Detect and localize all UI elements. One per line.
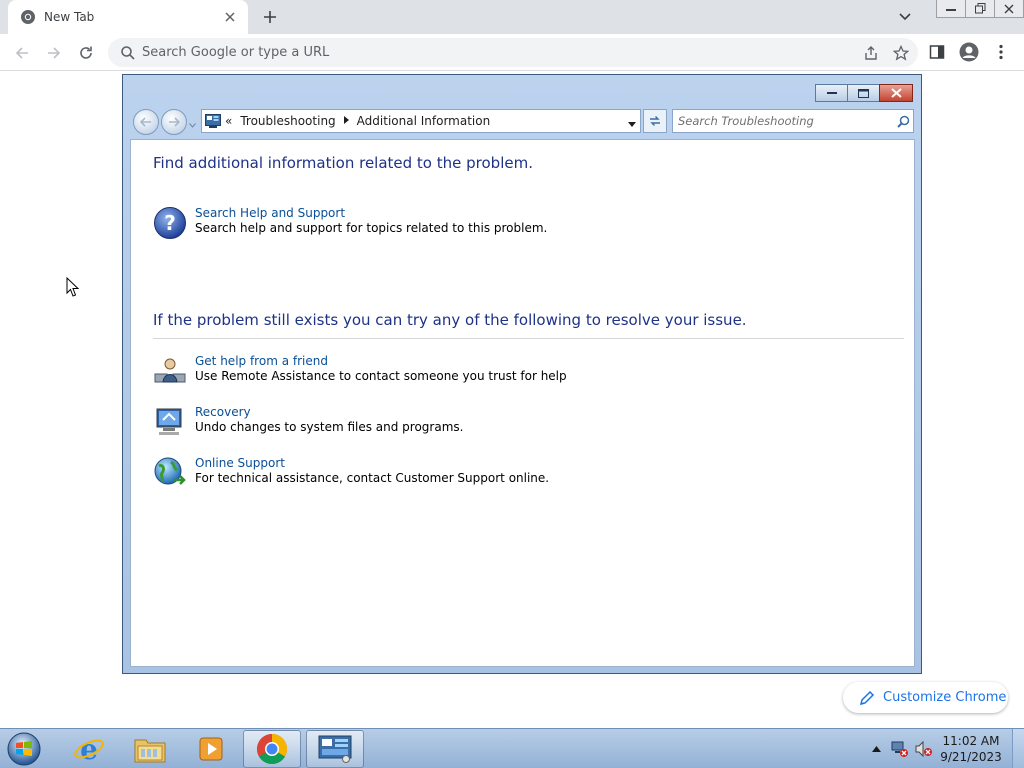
search-help-link[interactable]: Search Help and Support bbox=[195, 206, 547, 221]
explorer-address-row: « Troubleshooting Additional Information bbox=[131, 107, 915, 135]
window-minimize-button[interactable] bbox=[815, 84, 848, 102]
breadcrumb-additional-information[interactable]: Additional Information bbox=[357, 114, 491, 128]
restore-button[interactable] bbox=[965, 0, 995, 18]
minimize-button[interactable] bbox=[936, 0, 966, 18]
taskbar-media-player[interactable] bbox=[182, 730, 240, 768]
taskbar-file-explorer[interactable] bbox=[121, 730, 179, 768]
omnibox-input[interactable] bbox=[142, 45, 918, 60]
get-help-friend-description: Use Remote Assistance to contact someone… bbox=[195, 369, 567, 383]
troubleshooting-search-box[interactable] bbox=[672, 109, 914, 133]
browser-window-controls bbox=[936, 0, 1024, 18]
control-panel-small-icon bbox=[205, 114, 221, 128]
search-icon bbox=[121, 45, 135, 60]
list-item-recovery: Recovery Undo changes to system files an… bbox=[153, 405, 463, 439]
clock-date: 9/21/2023 bbox=[940, 750, 1002, 764]
section-heading-resolve: If the problem still exists you can try … bbox=[153, 311, 747, 329]
omnibox[interactable] bbox=[108, 38, 918, 67]
explorer-forward-button[interactable] bbox=[161, 109, 187, 135]
internet-explorer-icon: e bbox=[74, 733, 104, 765]
search-magnifier-icon[interactable] bbox=[893, 115, 913, 128]
media-player-icon bbox=[199, 737, 223, 761]
online-support-icon bbox=[154, 457, 186, 485]
address-dropdown-icon[interactable] bbox=[628, 116, 636, 130]
show-desktop-button[interactable] bbox=[1012, 729, 1024, 768]
svg-text:?: ? bbox=[164, 211, 176, 235]
remote-assistance-icon bbox=[154, 358, 186, 383]
network-status-icon[interactable] bbox=[890, 739, 910, 759]
search-help-description: Search help and support for topics relat… bbox=[195, 221, 548, 235]
menu-kebab-icon[interactable] bbox=[990, 41, 1012, 63]
recovery-link[interactable]: Recovery bbox=[195, 405, 463, 420]
chrome-icon bbox=[256, 734, 288, 765]
window-content: Find additional information related to t… bbox=[130, 139, 915, 667]
new-tab-button[interactable] bbox=[258, 5, 282, 29]
breadcrumb-overflow[interactable]: « bbox=[225, 114, 232, 128]
breadcrumb-troubleshooting[interactable]: Troubleshooting bbox=[240, 114, 335, 128]
show-hidden-icons-arrow-icon[interactable] bbox=[866, 739, 886, 759]
reload-icon[interactable] bbox=[73, 40, 99, 66]
window-close-button[interactable] bbox=[879, 84, 913, 102]
list-item-remote-assistance: Get help from a friend Use Remote Assist… bbox=[153, 354, 567, 388]
close-button[interactable] bbox=[994, 0, 1024, 18]
tab-search-chevron-icon[interactable] bbox=[894, 6, 916, 28]
section-divider bbox=[153, 338, 904, 339]
control-panel-icon bbox=[318, 735, 352, 763]
explorer-refresh-button[interactable] bbox=[643, 109, 667, 133]
volume-muted-icon[interactable] bbox=[914, 739, 934, 759]
taskbar: e 11:02 AM 9/21/2023 bbox=[0, 728, 1024, 768]
chrome-favicon-icon bbox=[21, 10, 35, 24]
section-heading-find-info: Find additional information related to t… bbox=[153, 154, 533, 172]
taskbar-clock[interactable]: 11:02 AM 9/21/2023 bbox=[936, 733, 1006, 765]
svg-text:e: e bbox=[80, 733, 98, 765]
troubleshooting-search-input[interactable] bbox=[678, 114, 893, 128]
recovery-icon bbox=[156, 408, 182, 435]
pencil-icon bbox=[859, 690, 875, 705]
system-tray: 11:02 AM 9/21/2023 bbox=[864, 729, 1024, 768]
taskbar-control-panel[interactable] bbox=[306, 730, 364, 768]
browser-toolbar bbox=[0, 34, 1024, 71]
tab-strip: New Tab bbox=[0, 0, 1024, 34]
breadcrumb-arrow-icon[interactable] bbox=[343, 115, 349, 127]
customize-chrome-button[interactable]: Customize Chrome bbox=[843, 682, 1008, 713]
list-item-search-help: ? Search Help and Support Search help an… bbox=[153, 206, 547, 240]
explorer-address-bar[interactable]: « Troubleshooting Additional Information bbox=[201, 109, 641, 133]
explorer-back-button[interactable] bbox=[133, 109, 159, 135]
profile-avatar-icon[interactable] bbox=[958, 41, 980, 63]
mouse-cursor-icon bbox=[66, 277, 80, 297]
recovery-description: Undo changes to system files and program… bbox=[195, 420, 464, 434]
window-maximize-button[interactable] bbox=[847, 84, 880, 102]
side-panel-icon[interactable] bbox=[926, 41, 948, 63]
taskbar-internet-explorer[interactable]: e bbox=[60, 730, 118, 768]
get-help-friend-link[interactable]: Get help from a friend bbox=[195, 354, 567, 369]
recent-pages-chevron-icon[interactable] bbox=[189, 113, 196, 132]
tab-title: New Tab bbox=[44, 10, 95, 24]
start-button[interactable] bbox=[4, 730, 44, 768]
taskbar-chrome[interactable] bbox=[243, 730, 301, 768]
tab-new-tab[interactable]: New Tab bbox=[8, 0, 248, 34]
troubleshooting-window: « Troubleshooting Additional Information… bbox=[122, 74, 922, 674]
help-icon: ? bbox=[154, 207, 186, 239]
tab-close-icon[interactable] bbox=[222, 9, 238, 25]
list-item-online-support: Online Support For technical assistance,… bbox=[153, 456, 549, 490]
window-controls bbox=[815, 84, 913, 102]
forward-arrow-icon[interactable] bbox=[41, 40, 67, 66]
file-explorer-icon bbox=[134, 739, 166, 763]
customize-chrome-label: Customize Chrome bbox=[883, 690, 1007, 705]
bookmark-star-icon[interactable] bbox=[890, 42, 912, 64]
online-support-link[interactable]: Online Support bbox=[195, 456, 549, 471]
windows-orb-icon bbox=[7, 732, 41, 766]
back-arrow-icon[interactable] bbox=[9, 40, 35, 66]
share-icon[interactable] bbox=[860, 42, 882, 64]
online-support-description: For technical assistance, contact Custom… bbox=[195, 471, 550, 485]
clock-time: 11:02 AM bbox=[942, 734, 1000, 748]
